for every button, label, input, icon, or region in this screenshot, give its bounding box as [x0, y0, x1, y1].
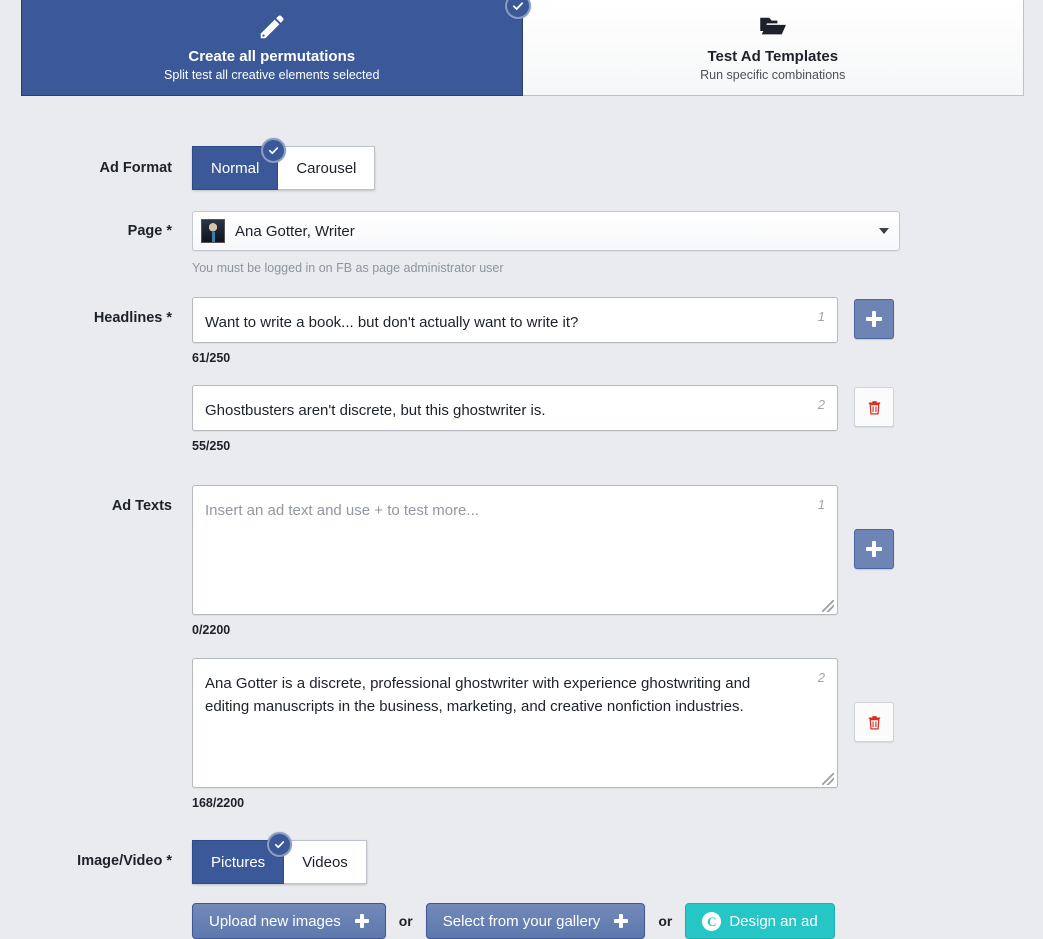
add-ad-text-button[interactable] — [854, 529, 894, 569]
tab-test-ad-templates[interactable]: Test Ad Templates Run specific combinati… — [522, 0, 1024, 96]
field-row-ad-format: Ad Format Normal Carousel — [0, 138, 1043, 190]
tab-create-all-permutations[interactable]: Create all permutations Split test all c… — [21, 0, 531, 96]
image-video-label: Image/Video * — [77, 853, 172, 869]
button-label: Select from your gallery — [442, 912, 601, 930]
plus-icon — [866, 311, 882, 327]
upload-new-images-button[interactable]: Upload new images — [192, 903, 386, 939]
image-video-toggle: Pictures Videos — [192, 832, 367, 884]
input-value: Ana Gotter is a discrete, professional g… — [205, 675, 755, 715]
field-row-ad-texts: Ad Texts Insert an ad text and use + to … — [0, 485, 1043, 810]
media-option-videos[interactable]: Videos — [284, 840, 367, 884]
ad-text-item: Ana Gotter is a discrete, professional g… — [192, 658, 1043, 788]
mode-tab-bar: Create all permutations Split test all c… — [21, 0, 1024, 96]
plus-icon — [614, 914, 629, 928]
chevron-down-icon — [879, 228, 889, 234]
headlines-label: Headlines * — [93, 310, 172, 326]
delete-headline-button[interactable] — [854, 387, 894, 427]
tab-title: Create all permutations — [188, 47, 356, 65]
headline-counter-1: 61/250 — [192, 351, 231, 365]
button-label: Design an ad — [729, 912, 818, 930]
field-row-headlines: Headlines * Want to write a book... but … — [0, 297, 1043, 453]
ad-format-option-normal[interactable]: Normal — [192, 138, 287, 190]
option-label: Pictures — [211, 853, 266, 871]
page-label: Page * — [127, 223, 172, 239]
resize-handle[interactable] — [822, 773, 834, 785]
page-select[interactable]: Ana Gotter, Writer — [192, 211, 900, 251]
option-label: Normal — [211, 159, 260, 177]
delete-ad-text-button[interactable] — [854, 702, 894, 742]
tab-subtitle: Split test all creative elements selecte… — [164, 67, 380, 82]
trash-icon — [868, 400, 880, 415]
field-row-image-video: Image/Video * Pictures Videos Upload new… — [0, 832, 1043, 939]
ad-text-item: Insert an ad text and use + to test more… — [192, 485, 1043, 615]
input-value: Ghostbusters aren't discrete, but this g… — [205, 402, 546, 419]
add-headline-button[interactable] — [854, 299, 894, 339]
button-label: Upload new images — [209, 912, 341, 930]
item-index: 2 — [817, 397, 825, 412]
select-from-gallery-button[interactable]: Select from your gallery — [425, 903, 646, 939]
item-index: 1 — [817, 497, 825, 512]
media-action-buttons: Upload new images or Select from your ga… — [192, 903, 1043, 939]
design-an-ad-button[interactable]: C Design an ad — [685, 903, 835, 939]
ad-text-counter-1: 0/2200 — [192, 623, 231, 637]
ad-format-label: Ad Format — [99, 160, 173, 176]
headline-item: Ghostbusters aren't discrete, but this g… — [192, 385, 1043, 431]
plus-icon — [354, 914, 369, 928]
pencil-icon — [257, 12, 287, 42]
ad-creation-form: Ad Format Normal Carousel Page * Ana Got… — [0, 97, 1043, 939]
tab-subtitle: Run specific combinations — [700, 67, 846, 82]
page-select-value: Ana Gotter, Writer — [235, 222, 355, 240]
separator-or: or — [398, 913, 413, 929]
ad-text-counter-2: 168/2200 — [192, 796, 245, 810]
headline-input-1[interactable]: Want to write a book... but don't actual… — [192, 297, 838, 343]
page-helper-text: You must be logged in on FB as page admi… — [192, 261, 504, 275]
headline-counter-2: 55/250 — [192, 439, 231, 453]
headline-item: Want to write a book... but don't actual… — [192, 297, 1043, 343]
option-label: Carousel — [296, 159, 357, 177]
media-option-pictures[interactable]: Pictures — [192, 832, 293, 884]
folder-icon — [758, 12, 788, 42]
option-label: Videos — [302, 853, 348, 871]
item-index: 2 — [817, 670, 825, 685]
page-avatar — [201, 219, 225, 243]
item-index: 1 — [817, 309, 825, 324]
ad-texts-label: Ad Texts — [111, 498, 172, 514]
separator-or: or — [658, 913, 673, 929]
crello-logo-icon: C — [702, 911, 722, 931]
ad-format-option-carousel[interactable]: Carousel — [278, 146, 376, 190]
ad-text-input-2[interactable]: Ana Gotter is a discrete, professional g… — [192, 658, 838, 788]
ad-text-input-1[interactable]: Insert an ad text and use + to test more… — [192, 485, 838, 615]
tab-title: Test Ad Templates — [707, 47, 839, 65]
headline-input-2[interactable]: Ghostbusters aren't discrete, but this g… — [192, 385, 838, 431]
resize-handle[interactable] — [822, 600, 834, 612]
trash-icon — [868, 715, 880, 730]
input-value: Want to write a book... but don't actual… — [205, 314, 579, 331]
ad-format-toggle: Normal Carousel — [192, 138, 376, 190]
input-placeholder: Insert an ad text and use + to test more… — [205, 502, 479, 519]
field-row-page: Page * Ana Gotter, Writer You must be lo… — [0, 211, 1043, 275]
plus-icon — [866, 541, 882, 557]
